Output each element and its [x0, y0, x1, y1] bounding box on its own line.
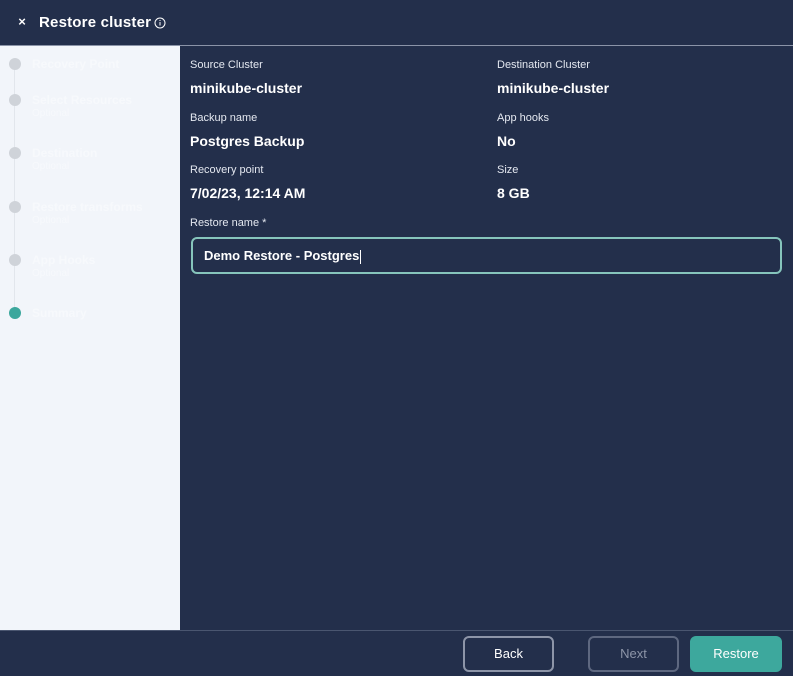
wizard-stepper: Recovery Point Select Resources Optional… — [0, 46, 180, 630]
source-cluster-label: Source Cluster — [190, 59, 263, 71]
restore-name-label: Restore name * — [190, 217, 267, 229]
size-label: Size — [497, 164, 519, 176]
size-value: 8 GB — [497, 185, 530, 201]
dialog-title: Restore cluster — [39, 14, 152, 31]
dialog-header: × Restore cluster — [0, 0, 793, 46]
next-button[interactable]: Next — [588, 636, 679, 672]
text-caret — [360, 249, 362, 264]
step-indicator-dot — [9, 254, 21, 266]
step-sublabel: Optional — [32, 108, 70, 119]
restore-cluster-dialog: × Restore cluster Recovery Point Select … — [0, 0, 793, 676]
step-label: Recovery Point — [32, 57, 120, 71]
step-label: Select Resources — [32, 93, 133, 107]
step-sublabel: Optional — [32, 268, 70, 279]
destination-cluster-label: Destination Cluster — [497, 59, 590, 71]
step-label: Summary — [32, 306, 87, 320]
step-sublabel: Optional — [32, 161, 70, 172]
step-indicator-dot-active — [9, 307, 21, 319]
step-label: App Hooks — [32, 253, 96, 267]
restore-name-input[interactable]: Demo Restore - Postgres — [191, 237, 782, 274]
backup-name-value: Postgres Backup — [190, 133, 305, 149]
app-hooks-value: No — [497, 133, 516, 149]
restore-name-text: Demo Restore - Postgres — [204, 248, 360, 263]
close-icon[interactable]: × — [14, 14, 30, 30]
source-cluster-value: minikube-cluster — [190, 80, 303, 96]
step-indicator-dot — [9, 201, 21, 213]
step-label: Restore transforms — [32, 200, 143, 214]
destination-cluster-value: minikube-cluster — [497, 80, 610, 96]
step-indicator-dot — [9, 94, 21, 106]
app-hooks-label: App hooks — [497, 112, 549, 124]
backup-name-label: Backup name — [190, 112, 258, 124]
step-label: Destination — [32, 146, 98, 160]
info-circle-icon[interactable] — [154, 17, 166, 29]
back-button[interactable]: Back — [463, 636, 554, 672]
step-sublabel: Optional — [32, 215, 70, 226]
dialog-footer: Back Next Restore — [0, 630, 793, 676]
recovery-point-value: 7/02/23, 12:14 AM — [190, 185, 306, 201]
step-indicator-dot — [9, 147, 21, 159]
step-indicator-dot — [9, 58, 21, 70]
restore-button[interactable]: Restore — [690, 636, 782, 672]
summary-panel: Source Cluster minikube-cluster Destinat… — [180, 46, 793, 630]
recovery-point-label: Recovery point — [190, 164, 264, 176]
